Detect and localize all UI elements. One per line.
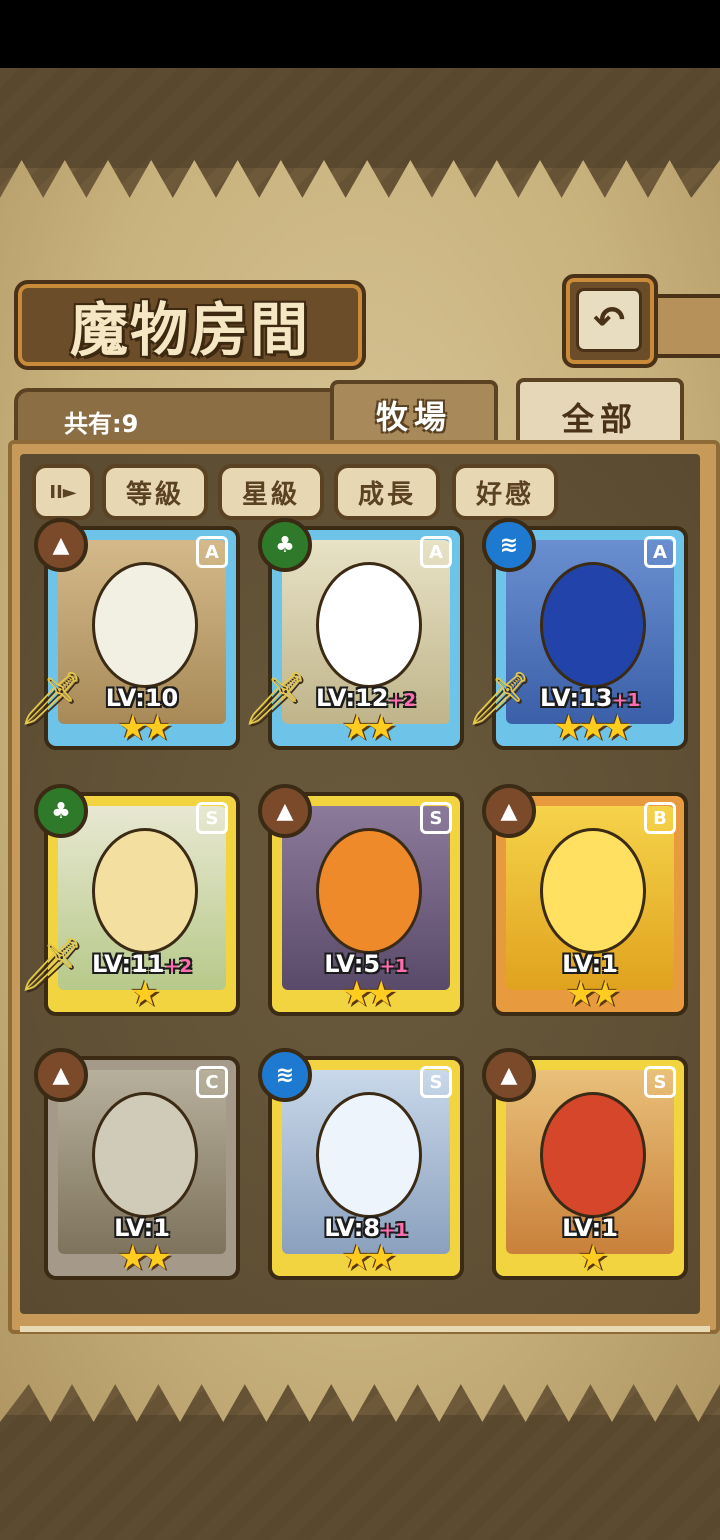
wood-element-icon: ♣ <box>34 784 88 838</box>
rank-badge: S <box>420 1066 452 1098</box>
sort-affection-button[interactable]: 好感 <box>452 464 558 520</box>
earth-element-icon: ▲ <box>482 784 536 838</box>
background-top-band <box>0 68 720 168</box>
rank-badge: S <box>196 802 228 834</box>
monster-figure <box>92 1092 198 1218</box>
rank-badge: S <box>644 1066 676 1098</box>
panel-bottom-rail <box>20 1326 710 1332</box>
earth-element-icon: ▲ <box>258 784 312 838</box>
sword-icon: 🗡 <box>466 668 533 729</box>
monster-figure <box>540 828 646 954</box>
tab-ranch[interactable]: 牧場 <box>330 380 498 446</box>
wood-element-icon: ♣ <box>258 518 312 572</box>
water-element-icon: ≋ <box>482 518 536 572</box>
monster-figure <box>316 828 422 954</box>
star-rating: ★★ <box>565 974 621 1014</box>
back-icon: ↶ <box>576 288 642 352</box>
rank-badge: A <box>196 536 228 568</box>
sword-icon: 🗡 <box>242 668 309 729</box>
star-rating: ★★ <box>117 1238 173 1278</box>
monster-figure <box>92 828 198 954</box>
rank-badge: C <box>196 1066 228 1098</box>
monster-count: 共有:9 <box>64 410 139 438</box>
sort-toggle-icon: II► <box>49 481 77 503</box>
status-bar <box>0 0 720 68</box>
sort-star-button[interactable]: 星級 <box>218 464 324 520</box>
back-button[interactable]: ↶ <box>562 274 658 368</box>
page-title: 魔物房間 <box>69 296 310 364</box>
monster-figure <box>540 1092 646 1218</box>
monster-figure <box>316 562 422 688</box>
water-element-icon: ≋ <box>258 1048 312 1102</box>
monster-figure <box>540 562 646 688</box>
sort-growth-button[interactable]: 成長 <box>334 464 440 520</box>
background-bottom-band <box>0 1415 720 1540</box>
earth-element-icon: ▲ <box>34 1048 88 1102</box>
sort-level-button[interactable]: 等級 <box>102 464 208 520</box>
star-rating: ★ <box>577 1238 608 1278</box>
sort-order-toggle-button[interactable]: II► <box>32 464 94 520</box>
earth-element-icon: ▲ <box>34 518 88 572</box>
star-rating: ★★ <box>341 974 397 1014</box>
monster-figure <box>92 562 198 688</box>
rank-badge: A <box>420 536 452 568</box>
rank-badge: B <box>644 802 676 834</box>
title-plate: 魔物房間 <box>14 280 366 370</box>
back-button-tail <box>650 294 720 358</box>
rank-badge: A <box>644 536 676 568</box>
sword-icon: 🗡 <box>18 668 85 729</box>
star-rating: ★★ <box>341 1238 397 1278</box>
sword-icon: 🗡 <box>18 934 85 995</box>
rank-badge: S <box>420 802 452 834</box>
earth-element-icon: ▲ <box>482 1048 536 1102</box>
monster-figure <box>316 1092 422 1218</box>
